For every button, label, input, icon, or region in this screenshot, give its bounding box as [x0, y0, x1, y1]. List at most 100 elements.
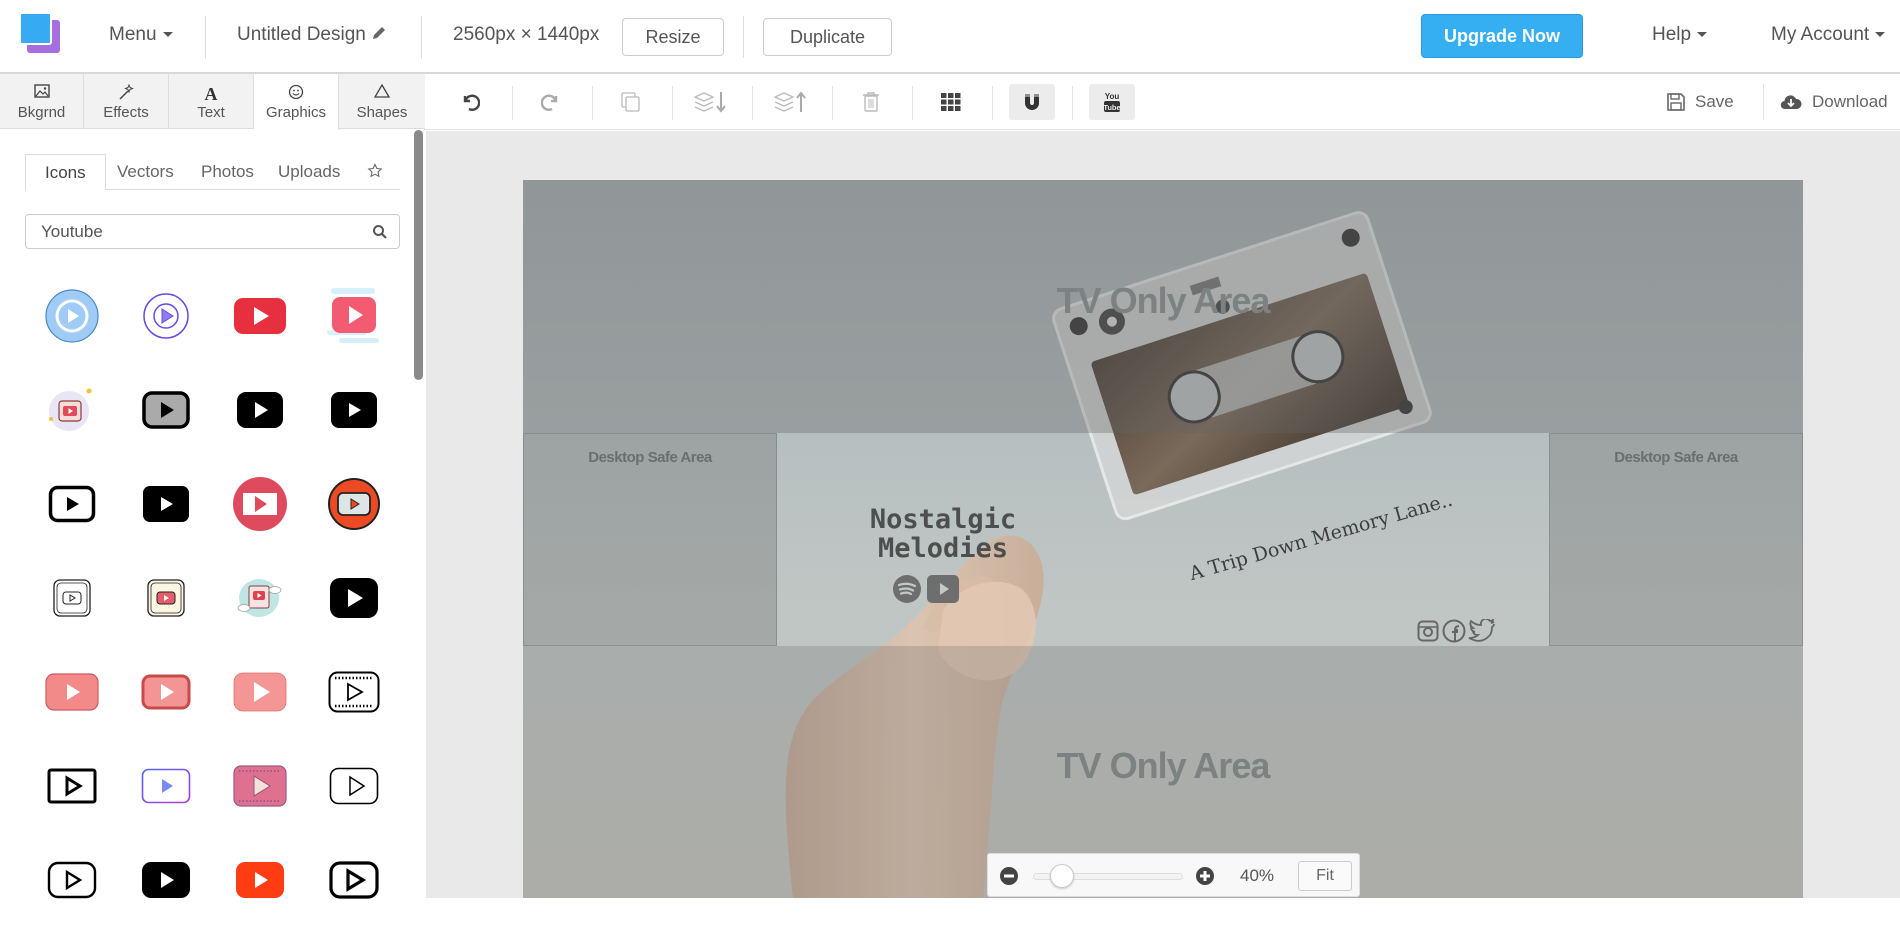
youtube-outline-icon [48, 485, 96, 523]
undo-button[interactable] [448, 84, 492, 120]
icon-result[interactable] [213, 269, 307, 363]
subtab-photos[interactable]: Photos [201, 154, 254, 190]
toolbar-divider [672, 86, 673, 120]
account-menu[interactable]: My Account [1771, 24, 1886, 46]
design-canvas[interactable]: Desktop Safe Area Desktop Safe Area TV O… [523, 180, 1803, 898]
search-icon[interactable] [372, 224, 388, 240]
subtab-vectors[interactable]: Vectors [117, 154, 174, 190]
tab-bkgrnd[interactable]: Bkgrnd [0, 74, 84, 129]
trash-icon [863, 92, 879, 112]
icon-result[interactable] [119, 645, 213, 739]
icon-result[interactable] [119, 739, 213, 833]
tv-only-area-label: TV Only Area [1056, 280, 1271, 321]
subtab-uploads[interactable]: Uploads [278, 154, 340, 190]
toolbar-divider [1072, 86, 1073, 120]
send-backward-button[interactable] [689, 84, 733, 120]
delete-button[interactable] [849, 84, 893, 120]
youtube-icon [327, 288, 379, 343]
icon-result[interactable] [119, 833, 213, 927]
grid-button[interactable] [929, 84, 973, 120]
send-backward-icon [693, 92, 726, 113]
divider [421, 16, 422, 58]
duplicate-button[interactable]: Duplicate [763, 18, 892, 56]
icon-result[interactable] [25, 551, 119, 645]
youtube-icon [331, 392, 377, 428]
zoom-in-icon[interactable] [1196, 867, 1214, 885]
youtube-square-icon [147, 579, 185, 617]
menu-button[interactable]: Menu [109, 24, 173, 46]
save-label: Save [1695, 92, 1734, 111]
youtube-dotted-outline-icon [329, 767, 379, 805]
youtube-square-outline-icon [53, 579, 91, 617]
icon-result[interactable] [213, 363, 307, 457]
youtube-outline-icon [47, 861, 97, 899]
tab-graphics[interactable]: Graphics [254, 74, 339, 130]
magnet-icon [1025, 94, 1039, 110]
instagram-icon[interactable] [1417, 620, 1439, 642]
icon-result[interactable] [307, 269, 401, 363]
icon-result[interactable] [25, 833, 119, 927]
facebook-icon[interactable] [1442, 619, 1466, 643]
toolbar-divider [832, 86, 833, 120]
zoom-controls: 40% Fit [987, 853, 1360, 897]
tab-shapes[interactable]: Shapes [339, 74, 425, 129]
twitter-icon[interactable] [1468, 619, 1496, 643]
icon-result[interactable] [25, 645, 119, 739]
icon-result[interactable] [25, 269, 119, 363]
icon-result[interactable] [213, 645, 307, 739]
icon-result[interactable] [119, 551, 213, 645]
sidebar-scrollbar-thumb[interactable] [414, 130, 423, 380]
graphics-search-input[interactable] [25, 214, 400, 249]
subtab-favorites[interactable] [367, 154, 383, 190]
save-button[interactable]: Save [1667, 92, 1734, 112]
icon-result[interactable] [25, 739, 119, 833]
icon-result[interactable] [307, 739, 401, 833]
icon-result[interactable] [213, 833, 307, 927]
fit-button[interactable]: Fit [1298, 861, 1352, 891]
youtube-icon[interactable] [927, 575, 959, 603]
smiley-icon [254, 84, 338, 104]
cloud-download-icon [1780, 95, 1802, 110]
icon-result[interactable] [213, 551, 307, 645]
download-label: Download [1812, 92, 1888, 111]
resize-button[interactable]: Resize [622, 18, 724, 56]
snap-magnet-button[interactable] [1009, 84, 1055, 120]
app-logo[interactable] [19, 12, 61, 54]
tab-label: Effects [103, 104, 149, 121]
download-button[interactable]: Download [1780, 92, 1888, 112]
tab-effects[interactable]: Effects [84, 74, 169, 129]
help-menu[interactable]: Help [1652, 24, 1708, 46]
chevron-down-icon [1875, 32, 1886, 38]
icon-result[interactable] [307, 457, 401, 551]
youtube-icon [330, 578, 378, 618]
bring-forward-button[interactable] [769, 84, 813, 120]
title-line-1: Nostalgic [869, 504, 1017, 535]
youtube-guide-button[interactable]: You Tube [1089, 84, 1135, 120]
youtube-bold-outline-icon [329, 861, 379, 899]
text-icon: A [204, 84, 218, 104]
design-title[interactable]: Untitled Design [237, 24, 387, 46]
icon-result[interactable] [25, 457, 119, 551]
redo-button[interactable] [529, 84, 573, 120]
spotify-icon[interactable] [892, 574, 922, 604]
icon-result[interactable] [25, 363, 119, 457]
icon-result[interactable] [119, 457, 213, 551]
top-bar: Menu Untitled Design 2560px × 1440px Res… [0, 0, 1900, 74]
icon-result[interactable] [213, 457, 307, 551]
zoom-out-icon[interactable] [1000, 867, 1018, 885]
menu-label: Menu [109, 24, 157, 45]
upgrade-now-button[interactable]: Upgrade Now [1421, 14, 1583, 58]
pencil-icon[interactable] [371, 25, 387, 41]
icon-result[interactable] [119, 269, 213, 363]
icon-result[interactable] [307, 363, 401, 457]
subtab-icons[interactable]: Icons [25, 154, 106, 191]
icon-result[interactable] [213, 739, 307, 833]
tab-text[interactable]: A Text [169, 74, 254, 129]
zoom-slider-handle[interactable] [1050, 864, 1074, 888]
icon-result[interactable] [307, 833, 401, 927]
design-title-text-element[interactable]: Nostalgic Melodies [858, 505, 1028, 563]
duplicate-element-button[interactable] [609, 84, 653, 120]
icon-result[interactable] [307, 551, 401, 645]
icon-result[interactable] [119, 363, 213, 457]
icon-result[interactable] [307, 645, 401, 739]
